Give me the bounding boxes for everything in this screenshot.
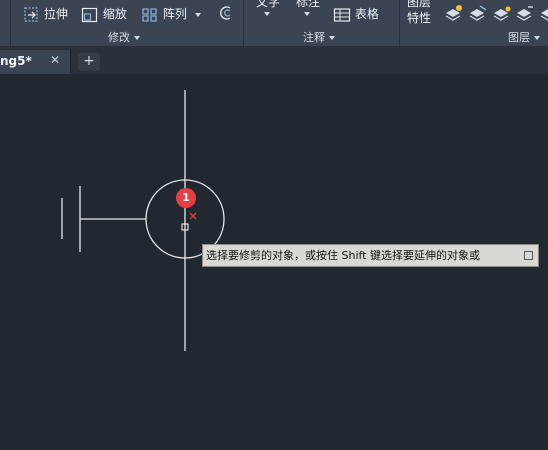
document-tab-bar: ng5* ✕ +: [0, 47, 548, 74]
panel-separator: [10, 0, 11, 46]
layer-properties-button[interactable]: 特性: [407, 9, 431, 26]
scale-button[interactable]: 缩放: [81, 5, 127, 23]
array-label: 阵列: [162, 7, 187, 21]
tooltip-text: 选择要修剪的对象，或按住 Shift 键选择要延伸的对象或: [206, 249, 480, 262]
layer-freeze-icon[interactable]: [444, 4, 464, 22]
close-icon[interactable]: ✕: [50, 53, 60, 67]
dimension-label: 标注: [296, 0, 321, 9]
scale-icon: [81, 7, 98, 22]
array-button[interactable]: 阵列: [141, 5, 201, 23]
dimension-dropdown-icon[interactable]: [304, 12, 310, 16]
document-tab-label: ng5*: [0, 54, 32, 68]
document-tab-active[interactable]: ng5* ✕: [0, 50, 71, 74]
stretch-label: 拉伸: [43, 7, 68, 21]
layer-match-icon[interactable]: [468, 4, 488, 22]
ribbon: 拉伸 缩放 阵列 修改 文字 标注 表格 注释 图层 特性 图层: [0, 0, 548, 47]
layer-off-icon[interactable]: [539, 4, 548, 22]
modify-panel-expand-icon: [134, 36, 140, 40]
panel-separator: [399, 0, 400, 46]
layers-panel-title[interactable]: 图层: [508, 29, 540, 45]
panel-separator: [243, 0, 244, 46]
scale-label: 缩放: [102, 7, 127, 21]
tooltip-expand-icon[interactable]: [524, 251, 533, 260]
table-icon: [333, 7, 351, 22]
layers-panel-expand-icon: [534, 36, 540, 40]
text-button[interactable]: 文字: [256, 0, 280, 10]
step-badge: 1: [176, 188, 196, 208]
array-dropdown-icon[interactable]: [194, 12, 201, 17]
modify-panel-title[interactable]: 修改: [108, 29, 140, 45]
offset-button[interactable]: [216, 5, 234, 21]
annotate-panel-expand-icon: [329, 36, 335, 40]
command-prompt-tooltip: 选择要修剪的对象，或按住 Shift 键选择要延伸的对象或: [202, 244, 539, 267]
layer-lock-icon[interactable]: [515, 4, 535, 22]
layer-isolate-icon[interactable]: [492, 4, 512, 22]
dimension-button[interactable]: 标注: [296, 0, 320, 10]
text-dropdown-icon[interactable]: [264, 12, 270, 16]
cursor-crosshair-icon: [181, 212, 197, 231]
stretch-button[interactable]: 拉伸: [22, 5, 68, 23]
new-tab-button[interactable]: +: [78, 53, 100, 71]
offset-icon: [220, 6, 231, 20]
annotate-panel-title[interactable]: 注释: [303, 29, 335, 45]
array-icon: [142, 7, 157, 22]
layer-tools: [444, 4, 548, 22]
table-label: 表格: [354, 7, 379, 21]
stretch-icon: [24, 6, 38, 22]
table-button[interactable]: 表格: [333, 5, 379, 23]
text-label: 文字: [256, 0, 281, 9]
